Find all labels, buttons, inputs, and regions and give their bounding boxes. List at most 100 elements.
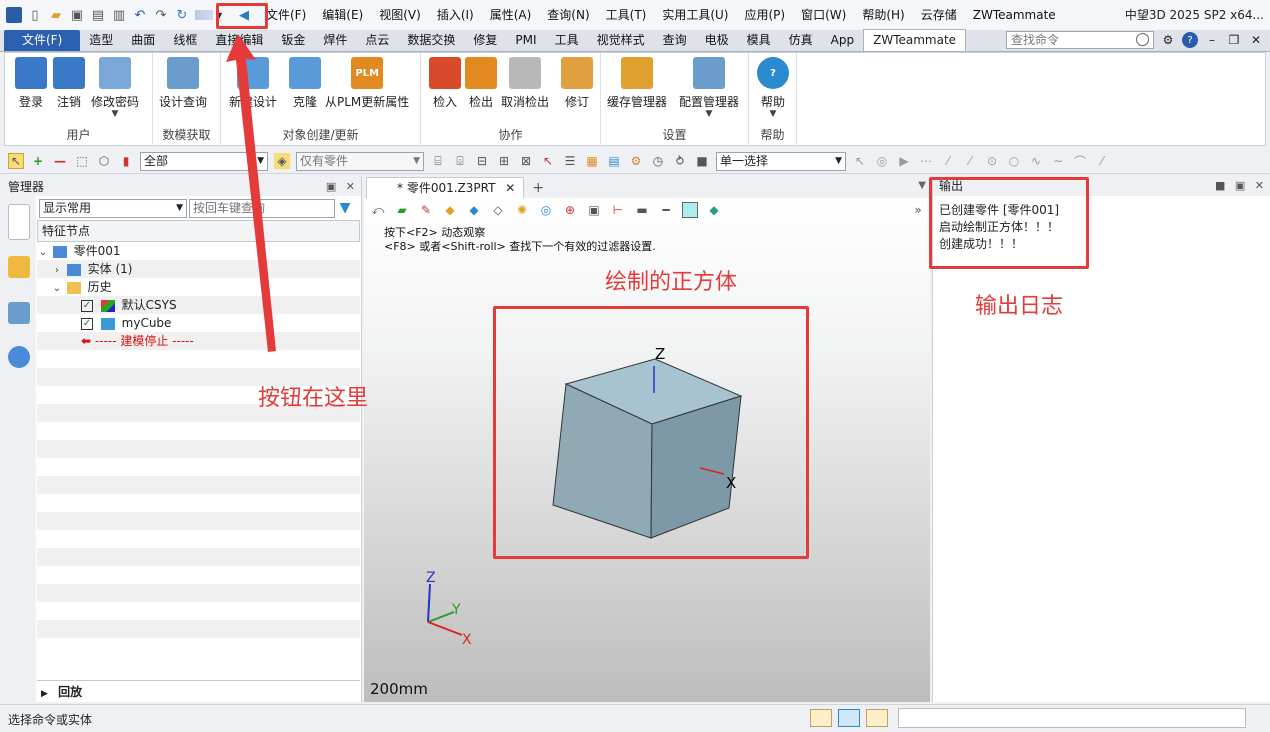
tool-icon[interactable]: ⌸: [430, 153, 446, 169]
snap-icon[interactable]: ⁄: [962, 153, 978, 169]
snap-icon[interactable]: ◎: [874, 153, 890, 169]
add-icon[interactable]: +: [30, 153, 46, 169]
revise-button[interactable]: 修订: [561, 57, 593, 110]
tab-inquire[interactable]: 查询: [654, 30, 696, 51]
restore-icon[interactable]: ▣: [1235, 179, 1245, 192]
tree-node-rollback-marker[interactable]: ⬅ ----- 建模停止 -----: [37, 332, 360, 350]
menu-item[interactable]: 帮助(H): [854, 0, 912, 30]
snap-icon[interactable]: ⁄: [940, 153, 956, 169]
tool-icon[interactable]: ▤: [606, 153, 622, 169]
refresh-icon[interactable]: ↻: [174, 7, 190, 23]
part-only-select[interactable]: 仅有零件 ▼: [296, 151, 424, 171]
tab-sheet-metal[interactable]: 钣金: [272, 30, 314, 51]
tool-icon[interactable]: ⥁: [672, 153, 688, 169]
print-preview-icon[interactable]: ▥: [111, 7, 127, 23]
pin-icon[interactable]: ■: [1215, 179, 1225, 192]
close-icon[interactable]: ✕: [1248, 32, 1264, 48]
check-out-button[interactable]: 检出: [465, 57, 497, 110]
help-icon[interactable]: ?: [1182, 32, 1198, 48]
close-tab-icon[interactable]: ✕: [505, 181, 515, 195]
check-in-button[interactable]: 检入: [429, 57, 461, 110]
help-button[interactable]: ? 帮助 ▼: [757, 57, 789, 119]
tab-surface[interactable]: 曲面: [122, 30, 164, 51]
tree-node-mycube[interactable]: ✓ myCube: [37, 314, 360, 332]
filter-chart-icon[interactable]: ▮: [118, 153, 134, 169]
command-search-input[interactable]: 查找命令: [1006, 31, 1154, 49]
close-icon[interactable]: ✕: [346, 180, 355, 193]
snap-icon[interactable]: ⌒: [1072, 153, 1088, 169]
user-tab-icon[interactable]: [8, 346, 30, 368]
tree-search-input[interactable]: [189, 198, 335, 218]
menu-item[interactable]: 编辑(E): [314, 0, 371, 30]
tool-icon[interactable]: ▦: [584, 153, 600, 169]
command-input-field[interactable]: [898, 708, 1246, 728]
document-tab[interactable]: * 零件001.Z3PRT ✕: [366, 177, 525, 198]
tool-icon[interactable]: ⊠: [518, 153, 534, 169]
tab-zwteammate[interactable]: ZWTeammate: [863, 29, 967, 51]
tab-file[interactable]: 文件(F): [4, 30, 81, 51]
tab-electrode[interactable]: 电极: [696, 30, 738, 51]
menu-item[interactable]: 工具(T): [598, 0, 655, 30]
history-tab-icon[interactable]: [8, 302, 30, 324]
filter-scope-select[interactable]: 全部 ▼: [140, 151, 268, 171]
tool-icon[interactable]: ⊟: [474, 153, 490, 169]
tab-list-icon[interactable]: ▼: [918, 180, 926, 191]
print-icon[interactable]: ▤: [90, 7, 106, 23]
tool-icon[interactable]: ⌹: [452, 153, 468, 169]
filter-funnel-icon[interactable]: ▼: [337, 200, 353, 216]
hexagon-select-icon[interactable]: ⬡: [96, 153, 112, 169]
undo-icon[interactable]: ↶: [132, 7, 148, 23]
snap-icon[interactable]: ○: [1006, 153, 1022, 169]
tab-direct-edit[interactable]: 直接编辑: [206, 30, 272, 51]
tree-node-solid[interactable]: › 实体 (1): [37, 260, 360, 278]
tab-mold[interactable]: 模具: [738, 30, 780, 51]
cancel-check-out-button[interactable]: 取消检出: [501, 57, 549, 110]
cache-manager-button[interactable]: 缓存管理器: [607, 57, 667, 110]
settings-gear-icon[interactable]: ⚙: [1160, 32, 1176, 48]
tab-weldment[interactable]: 焊件: [314, 30, 356, 51]
tab-simulation[interactable]: 仿真: [780, 30, 822, 51]
tool-icon[interactable]: ◷: [650, 153, 666, 169]
pick-cursor-icon[interactable]: ↖: [8, 153, 24, 169]
tree-node-csys[interactable]: ✓ 默认CSYS: [37, 296, 360, 314]
part-filter-icon[interactable]: ◈: [274, 153, 290, 169]
clone-button[interactable]: 克隆: [289, 57, 321, 110]
update-from-plm-button[interactable]: PLM 从PLM更新属性: [325, 57, 409, 110]
tab-app[interactable]: App: [822, 30, 863, 51]
snap-icon[interactable]: ⁄: [1094, 153, 1110, 169]
feature-tree-tab-icon[interactable]: [8, 204, 30, 240]
checkbox-checked[interactable]: ✓: [81, 299, 93, 312]
tab-tools[interactable]: 工具: [546, 30, 588, 51]
part-tab-icon[interactable]: [8, 256, 30, 278]
tool-icon[interactable]: ■: [694, 153, 710, 169]
logout-button[interactable]: 注销: [53, 57, 85, 110]
new-file-icon[interactable]: ▯: [27, 7, 43, 23]
snap-icon[interactable]: ⊙: [984, 153, 1000, 169]
config-manager-button[interactable]: 配置管理器 ▼: [679, 57, 739, 119]
menu-item[interactable]: 应用(P): [737, 0, 794, 30]
redo-icon[interactable]: ↷: [153, 7, 169, 23]
replay-section[interactable]: ▶ 回放: [37, 680, 360, 702]
minimize-icon[interactable]: –: [1204, 32, 1220, 48]
checkbox-checked[interactable]: ✓: [81, 317, 93, 330]
tool-icon[interactable]: ↖: [540, 153, 556, 169]
menu-item[interactable]: 实用工具(U): [654, 0, 736, 30]
snap-icon[interactable]: ▶: [896, 153, 912, 169]
open-folder-icon[interactable]: ▰: [48, 7, 64, 23]
new-design-button[interactable]: 新建设计: [229, 57, 277, 110]
box-select-icon[interactable]: ⬚: [74, 153, 90, 169]
menu-item[interactable]: ZWTeammate: [965, 0, 1064, 30]
tree-node-history[interactable]: ⌄ 历史: [37, 278, 360, 296]
menu-item[interactable]: 窗口(W): [793, 0, 854, 30]
snap-icon[interactable]: ⋯: [918, 153, 934, 169]
restore-icon[interactable]: ▣: [326, 180, 336, 193]
tab-wireframe[interactable]: 线框: [164, 30, 206, 51]
snap-icon[interactable]: ↖: [852, 153, 868, 169]
tab-data-exchange[interactable]: 数据交换: [398, 30, 464, 51]
tool-icon[interactable]: ⚙: [628, 153, 644, 169]
close-icon[interactable]: ✕: [1255, 179, 1264, 192]
tab-point-cloud[interactable]: 点云: [356, 30, 398, 51]
status-list-icon[interactable]: [866, 709, 888, 727]
status-display-icon[interactable]: [838, 709, 860, 727]
menu-item[interactable]: 属性(A): [482, 0, 540, 30]
